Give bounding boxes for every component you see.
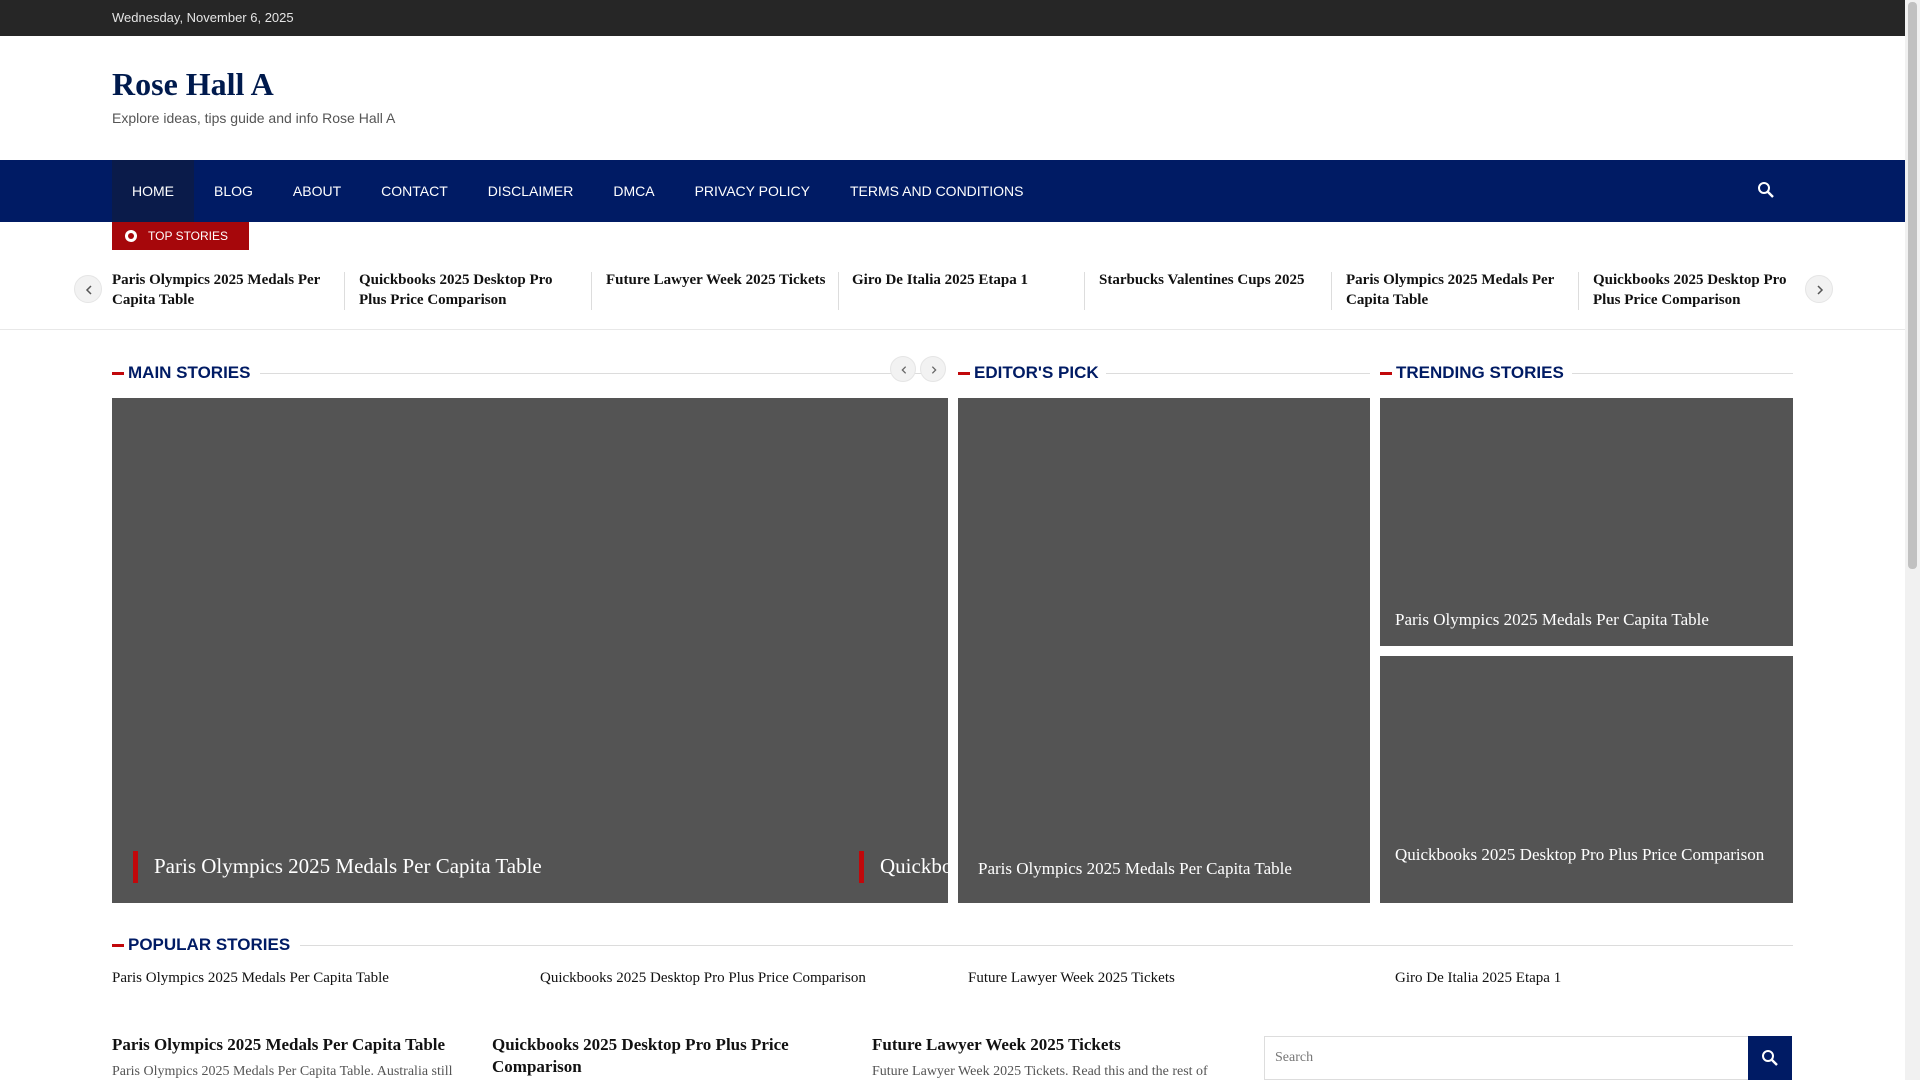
popular-stories-header: POPULAR STORIES [112,933,1793,955]
trending-caption[interactable]: Paris Olympics 2025 Medals Per Capita Ta… [1395,609,1775,631]
sidebar-search-input[interactable]: Search [1264,1036,1749,1080]
top-bar: Wednesday, November 6, 2025 [0,0,1905,36]
section-accent [958,372,970,375]
ticker-divider [838,272,839,310]
editors-pick-header: EDITOR'S PICK [958,361,1370,383]
trending-title: TRENDING STORIES [1396,363,1564,382]
main-story-image[interactable] [112,398,948,903]
current-date: Wednesday, November 6, 2025 [112,10,294,25]
main-stories-header: MAIN STORIES [112,361,945,383]
ticker-divider [1578,272,1579,310]
ticker-next-button[interactable] [1805,275,1833,303]
popular-story-link[interactable]: Quickbooks 2025 Desktop Pro Plus Price C… [540,970,866,987]
ticker-item[interactable]: Future Lawyer Week 2025 Tickets [606,270,826,290]
main-story-caption-next[interactable]: Quickbooks 2025 Desktop Pro Plus Price C… [859,851,948,883]
ticker-item[interactable]: Quickbooks 2025 Desktop Pro Plus Price C… [1593,270,1793,310]
post-title[interactable]: Paris Olympics 2025 Medals Per Capita Ta… [112,1034,472,1056]
editors-pick-title: EDITOR'S PICK [974,363,1099,382]
main-stories-next-button[interactable] [920,356,946,382]
ticker-divider [1084,272,1085,310]
top-stories-label: TOP STORIES [148,229,229,243]
scrollbar-thumb[interactable] [1908,2,1917,569]
ticker-divider [591,272,592,310]
ticker-prev-button[interactable] [74,275,102,303]
post-excerpt: Future Lawyer Week 2025 Tickets. Read th… [872,1064,1208,1079]
section-divider [1106,373,1370,374]
page-scrollbar[interactable] [1905,0,1920,1080]
main-story-caption[interactable]: Paris Olympics 2025 Medals Per Capita Ta… [133,851,542,883]
main-stories-title: MAIN STORIES [128,363,251,382]
ticker-item[interactable]: Giro De Italia 2025 Etapa 1 [852,270,1072,290]
nav-item-blog[interactable]: BLOG [194,160,273,222]
trending-caption[interactable]: Quickbooks 2025 Desktop Pro Plus Price C… [1395,844,1775,866]
sidebar-search-button[interactable] [1748,1036,1792,1080]
popular-stories-title: POPULAR STORIES [128,935,291,954]
site-title[interactable]: Rose Hall A [112,66,274,103]
nav-item-disclaimer[interactable]: DISCLAIMER [468,160,594,222]
section-accent [112,372,124,375]
live-dot-icon [125,230,137,242]
page: Wednesday, November 6, 2025 Rose Hall A … [0,0,1905,1080]
ticker-divider [1331,272,1332,310]
section-accent [1380,372,1392,375]
main-stories-prev-button[interactable] [890,356,916,382]
popular-story-link[interactable]: Future Lawyer Week 2025 Tickets [968,970,1175,987]
nav-item-home[interactable]: HOME [112,160,194,222]
section-divider [260,373,945,374]
trending-header: TRENDING STORIES [1380,361,1793,383]
editors-pick-caption[interactable]: Paris Olympics 2025 Medals Per Capita Ta… [978,858,1358,880]
nav-item-dmca[interactable]: DMCA [593,160,674,222]
section-divider [300,945,1793,946]
site-tagline: Explore ideas, tips guide and info Rose … [112,110,396,126]
section-divider [1572,373,1793,374]
nav-item-contact[interactable]: CONTACT [361,160,468,222]
ticker-divider [344,272,345,310]
post-title[interactable]: Future Lawyer Week 2025 Tickets [872,1034,1232,1056]
post-title[interactable]: Quickbooks 2025 Desktop Pro Plus Price C… [492,1034,852,1078]
ticker-item[interactable]: Paris Olympics 2025 Medals Per Capita Ta… [1346,270,1566,310]
post-excerpt: Paris Olympics 2025 Medals Per Capita Ta… [112,1064,453,1079]
top-stories-badge: TOP STORIES [112,222,249,250]
top-stories-ticker: Paris Olympics 2025 Medals Per Capita Ta… [0,250,1905,330]
search-icon[interactable] [1757,181,1777,201]
ticker-item[interactable]: Quickbooks 2025 Desktop Pro Plus Price C… [359,270,579,310]
ticker-item[interactable]: Starbucks Valentines Cups 2025 [1099,270,1319,290]
nav-item-terms[interactable]: TERMS AND CONDITIONS [830,160,1043,222]
popular-story-link[interactable]: Giro De Italia 2025 Etapa 1 [1395,970,1561,987]
popular-story-link[interactable]: Paris Olympics 2025 Medals Per Capita Ta… [112,970,389,987]
search-icon [1762,1050,1778,1066]
nav-item-privacy-policy[interactable]: PRIVACY POLICY [675,160,830,222]
nav-item-about[interactable]: ABOUT [273,160,361,222]
editors-pick-image[interactable] [958,398,1370,903]
section-accent [112,944,124,947]
main-navigation: HOME BLOG ABOUT CONTACT DISCLAIMER DMCA … [0,160,1905,222]
ticker-item[interactable]: Paris Olympics 2025 Medals Per Capita Ta… [112,270,332,310]
